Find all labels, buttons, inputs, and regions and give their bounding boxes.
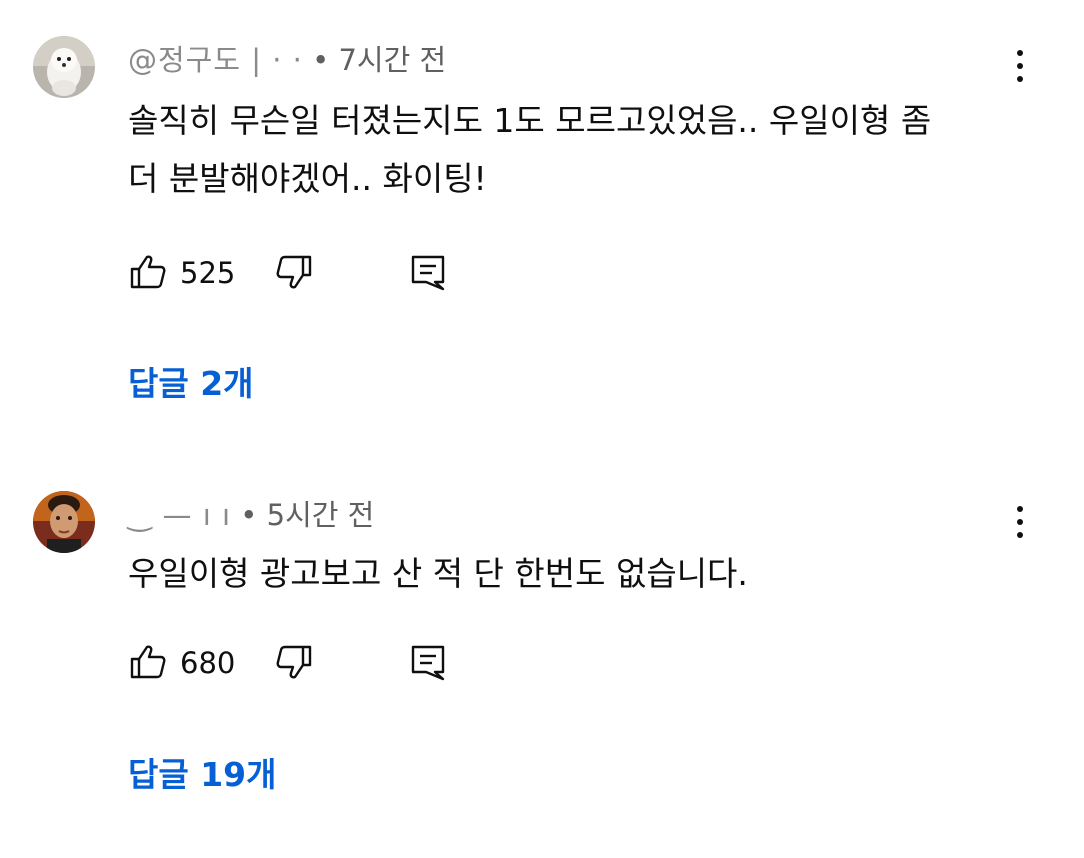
comment-actions: 525 <box>128 252 528 296</box>
comment-time: • 5시간 전 <box>240 498 375 532</box>
comment-text-line: 더 분발해야겠어.. 화이팅! <box>128 159 487 198</box>
comment-text-line: 솔직히 무슨일 터졌는지도 1도 모르고있었음.. 우일이형 좀 <box>128 101 932 140</box>
thumbs-down-icon <box>276 255 312 289</box>
comment-meta: ‿ — ı ı • 5시간 전 <box>128 497 374 533</box>
more-vert-icon <box>1017 50 1023 56</box>
comment-author[interactable]: @정구도 | · · <box>128 43 303 77</box>
reply-icon <box>411 255 445 291</box>
avatar[interactable] <box>33 491 95 553</box>
view-replies-link[interactable]: 답글 2개 <box>128 364 254 404</box>
more-vert-dot <box>1017 519 1023 525</box>
comment-text: 우일이형 광고보고 산 적 단 한번도 없습니다. <box>128 545 1028 603</box>
comment-text: 솔직히 무슨일 터졌는지도 1도 모르고있었음.. 우일이형 좀 더 분발해야겠… <box>128 92 1028 208</box>
comment-meta: @정구도 | · · • 7시간 전 <box>128 42 446 78</box>
like-button[interactable] <box>128 252 168 292</box>
more-vert-dot <box>1017 76 1023 82</box>
more-vert-icon <box>1017 506 1023 512</box>
reply-button[interactable] <box>408 642 448 682</box>
white-dog-avatar-icon <box>33 36 95 98</box>
like-count: 525 <box>180 256 236 290</box>
more-options-button[interactable] <box>1004 44 1036 88</box>
more-options-button[interactable] <box>1004 500 1036 544</box>
view-replies-link[interactable]: 답글 19개 <box>128 755 277 795</box>
avatar[interactable] <box>33 36 95 98</box>
more-vert-dot <box>1017 63 1023 69</box>
like-button[interactable] <box>128 642 168 682</box>
reply-icon <box>411 645 445 681</box>
thumbs-down-icon <box>276 645 312 679</box>
comment-actions: 680 <box>128 642 528 686</box>
dislike-button[interactable] <box>274 642 314 682</box>
comment-author[interactable]: ‿ — ı ı <box>128 498 231 532</box>
like-count: 680 <box>180 646 236 680</box>
person-avatar-icon <box>33 491 95 553</box>
reply-button[interactable] <box>408 252 448 292</box>
comment-time: • 7시간 전 <box>312 43 447 77</box>
more-vert-dot <box>1017 532 1023 538</box>
comment-text-line: 우일이형 광고보고 산 적 단 한번도 없습니다. <box>128 554 748 593</box>
thumbs-up-icon <box>130 255 166 289</box>
thumbs-up-icon <box>130 645 166 679</box>
dislike-button[interactable] <box>274 252 314 292</box>
